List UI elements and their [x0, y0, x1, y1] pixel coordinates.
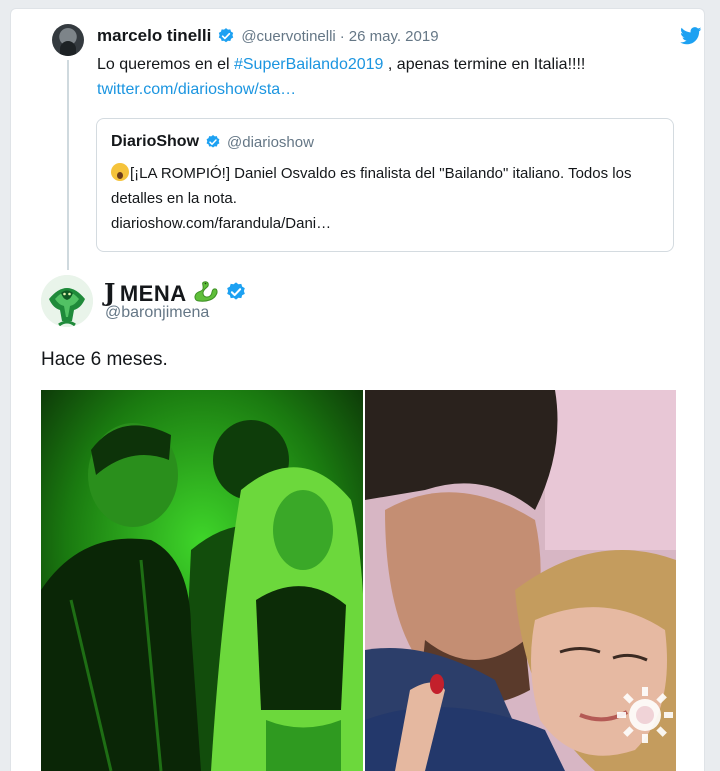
- parent-text-end: , apenas termine en Italia!!!!: [383, 56, 586, 73]
- cobra-avatar[interactable]: [41, 275, 93, 327]
- name-main: MENA: [119, 280, 187, 306]
- quoted-author-name[interactable]: DiarioShow: [111, 133, 199, 151]
- quoted-tweet-card[interactable]: DiarioShow @diarioshow [¡LA ROMPIÓ!] Dan…: [96, 118, 674, 252]
- green-stage-illustration: [41, 390, 363, 771]
- green-stage-dance-photo: [41, 390, 363, 771]
- parent-tweet-text: Lo queremos en el #SuperBailando2019 , a…: [97, 52, 637, 102]
- parent-text-start: Lo queremos en el: [97, 56, 234, 73]
- parent-date[interactable]: 26 may. 2019: [349, 28, 439, 45]
- main-handle[interactable]: @baronjimena: [105, 304, 209, 322]
- parent-avatar[interactable]: [52, 24, 84, 56]
- quoted-url-link[interactable]: diarioshow.com/farandula/Dani…: [111, 215, 331, 232]
- parent-author-name[interactable]: marcelo tinelli: [97, 26, 211, 46]
- tv-show-kiss-photo: [365, 390, 676, 771]
- parent-meta: @cuervotinelli · 26 may. 2019: [241, 28, 438, 45]
- parent-tweet-header: marcelo tinelli @cuervotinelli · 26 may.…: [97, 25, 439, 47]
- main-author-name[interactable]: J MENA: [104, 278, 187, 307]
- main-tweet-header: J MENA: [104, 278, 247, 307]
- name-prefix: J: [104, 277, 116, 307]
- hashtag-link[interactable]: #SuperBailando2019: [234, 56, 383, 73]
- screaming-face-emoji-icon: [111, 163, 129, 181]
- verified-badge-icon: [219, 28, 234, 43]
- tweet-media[interactable]: [41, 390, 676, 771]
- main-tweet-text: Hace 6 meses.: [41, 349, 168, 370]
- quoted-handle[interactable]: @diarioshow: [227, 134, 314, 151]
- quoted-tweet-header: DiarioShow @diarioshow: [111, 133, 314, 151]
- parent-url-link[interactable]: twitter.com/diarioshow/sta…: [97, 81, 296, 98]
- meta-separator: ·: [339, 27, 345, 45]
- thread-connector: [67, 60, 69, 270]
- tv-channel-sun-logo: [617, 687, 673, 743]
- verified-badge-icon: [206, 135, 220, 148]
- cobra-icon: [41, 275, 93, 327]
- snake-emoji-icon: [194, 281, 218, 302]
- tv-show-illustration: [365, 390, 676, 771]
- verified-badge-icon: [226, 282, 245, 300]
- parent-handle[interactable]: @cuervotinelli: [241, 28, 335, 45]
- quoted-body: [¡LA ROMPIÓ!] Daniel Osvaldo es finalist…: [111, 165, 632, 207]
- twitter-bird-icon[interactable]: [680, 27, 702, 45]
- quoted-tweet-text: [¡LA ROMPIÓ!] Daniel Osvaldo es finalist…: [111, 161, 651, 236]
